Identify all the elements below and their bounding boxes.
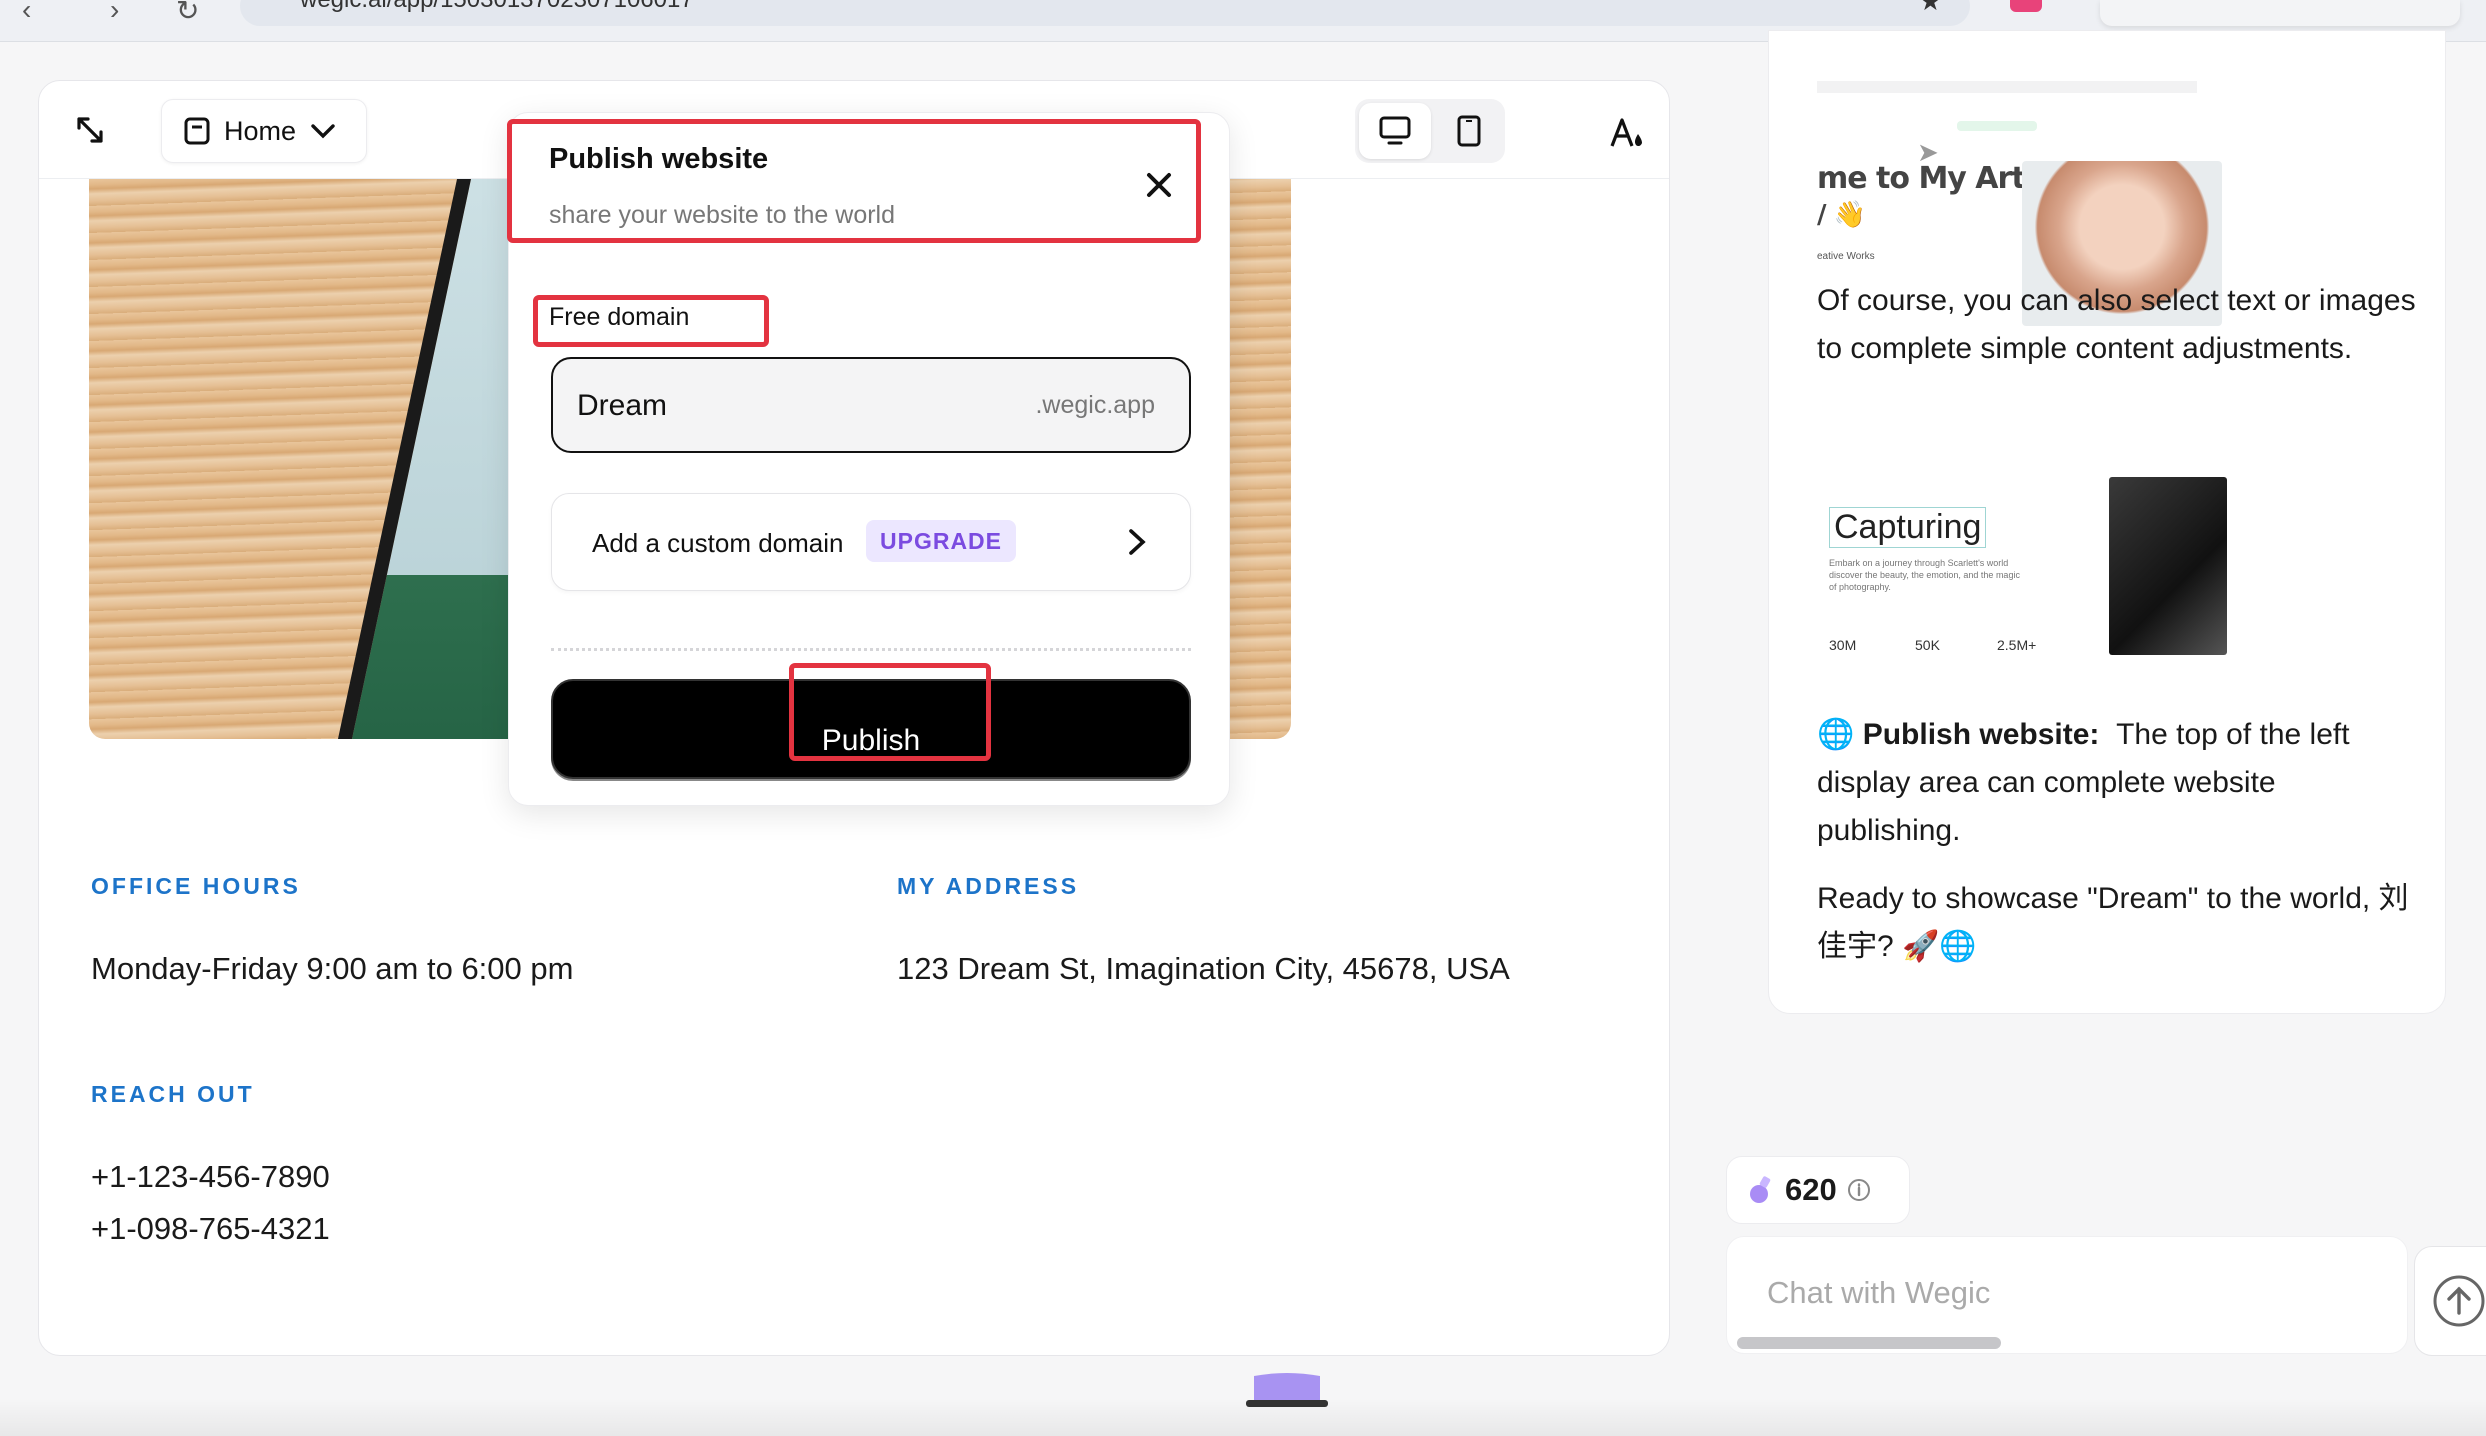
add-custom-domain-button[interactable]: Add a custom domain UPGRADE <box>551 493 1191 591</box>
desktop-icon <box>1379 116 1411 145</box>
office-hours-text[interactable]: Monday-Friday 9:00 am to 6:00 pm <box>91 951 573 987</box>
window-bottom-edge <box>0 1398 2486 1436</box>
expand-arrows-icon <box>77 117 103 143</box>
mobile-view-button[interactable] <box>1433 103 1505 159</box>
thumbnail-stat-3: 2.5M+ <box>1997 637 2037 653</box>
dialog-subtitle: share your website to the world <box>549 201 896 229</box>
chat-panel: ➤ me to My Art / 👋 eative Works Of cours… <box>1768 30 2446 1014</box>
upgrade-badge: UPGRADE <box>866 520 1017 562</box>
close-icon <box>1147 173 1171 197</box>
office-hours-heading[interactable]: OFFICE HOURS <box>91 873 301 900</box>
profile-popup-edge <box>2100 0 2460 26</box>
free-domain-label: Free domain <box>549 303 690 331</box>
close-button[interactable] <box>1129 155 1189 215</box>
thumbnail-art-title-text: me to My Art <box>1817 161 2026 196</box>
bw-photo <box>2109 477 2227 655</box>
desktop-view-button[interactable] <box>1359 103 1431 159</box>
chat-input-scrollbar[interactable] <box>1737 1337 2001 1349</box>
phone-number-2[interactable]: +1-098-765-4321 <box>91 1211 330 1247</box>
page-icon <box>184 117 210 145</box>
back-arrow-icon[interactable]: ‹ <box>22 0 31 26</box>
dotted-divider <box>551 648 1191 651</box>
arrow-up-icon <box>2433 1275 2485 1327</box>
address-text[interactable]: 123 Dream St, Imagination City, 45678, U… <box>897 951 1510 987</box>
thumbnail-tag <box>1957 121 2037 131</box>
send-button[interactable] <box>2414 1246 2486 1356</box>
page-selector[interactable]: Home <box>161 99 367 163</box>
reload-icon[interactable]: ↻ <box>176 0 199 27</box>
forward-arrow-icon[interactable]: › <box>110 0 119 26</box>
chat-message-2: 🌐 Publish website: The top of the left d… <box>1817 711 2417 855</box>
thumbnail-stat-2: 50K <box>1915 637 1940 653</box>
chevron-down-icon <box>311 124 335 139</box>
chat-thumbnail-art: ➤ me to My Art / 👋 eative Works <box>1817 81 2247 326</box>
mobile-icon <box>1457 115 1481 147</box>
font-paint-icon <box>1610 118 1642 147</box>
thumbnail-art-line2: / 👋 <box>1817 200 1866 230</box>
page-selector-label: Home <box>224 115 297 146</box>
credits-value: 620 <box>1785 1172 1837 1207</box>
domain-input[interactable] <box>577 383 997 429</box>
thumbnail-art-title: me to My Art / 👋 <box>1817 161 2026 231</box>
domain-suffix: .wegic.app <box>1035 391 1155 419</box>
chevron-right-icon <box>1122 524 1152 560</box>
chat-input[interactable] <box>1767 1265 2367 1321</box>
chat-message-3: Ready to showcase "Dream" to the world, … <box>1817 882 2409 963</box>
reach-out-heading[interactable]: REACH OUT <box>91 1081 255 1108</box>
thumbnail-capturing-text: Embark on a journey through Scarlett's w… <box>1829 558 2020 592</box>
chat-thumbnail-capturing: Capturing Embark on a journey through Sc… <box>1817 457 2247 667</box>
phone-number-1[interactable]: +1-123-456-7890 <box>91 1159 330 1195</box>
address-bar[interactable]: wegic.ai/app/1503013702307106017 ★ <box>240 0 1970 26</box>
address-heading[interactable]: MY ADDRESS <box>897 873 1079 900</box>
publish-note-bold: Publish website: <box>1862 718 2100 751</box>
globe-icon: 🌐 <box>1817 718 1863 751</box>
custom-domain-label: Add a custom domain <box>592 528 844 558</box>
dialog-title: Publish website <box>549 143 769 175</box>
address-bar-url: wegic.ai/app/1503013702307106017 <box>300 0 694 14</box>
thumbnail-stat-1: 30M <box>1829 637 1857 653</box>
credits-badge[interactable]: 620 <box>1726 1156 1910 1224</box>
thumbnail-top-edge <box>1817 81 2197 93</box>
chat-input-box[interactable] <box>1726 1236 2408 1354</box>
chat-message-1: Of course, you can also select text or i… <box>1817 284 2416 365</box>
style-settings-button[interactable] <box>1599 105 1655 161</box>
highlight-box-publish <box>789 663 991 761</box>
thumbnail-capturing-heading: Capturing <box>1829 507 1987 548</box>
bookmark-star-icon[interactable]: ★ <box>1919 0 1942 17</box>
potion-icon <box>1750 1176 1771 1203</box>
domain-field[interactable]: .wegic.app <box>551 357 1191 453</box>
expand-button[interactable] <box>65 105 115 155</box>
info-icon[interactable] <box>1847 1178 1871 1202</box>
publish-website-dialog: Publish website share your website to th… <box>507 112 1230 806</box>
thumbnail-art-subtitle: eative Works <box>1817 251 1875 262</box>
extension-icon[interactable] <box>2010 0 2042 12</box>
